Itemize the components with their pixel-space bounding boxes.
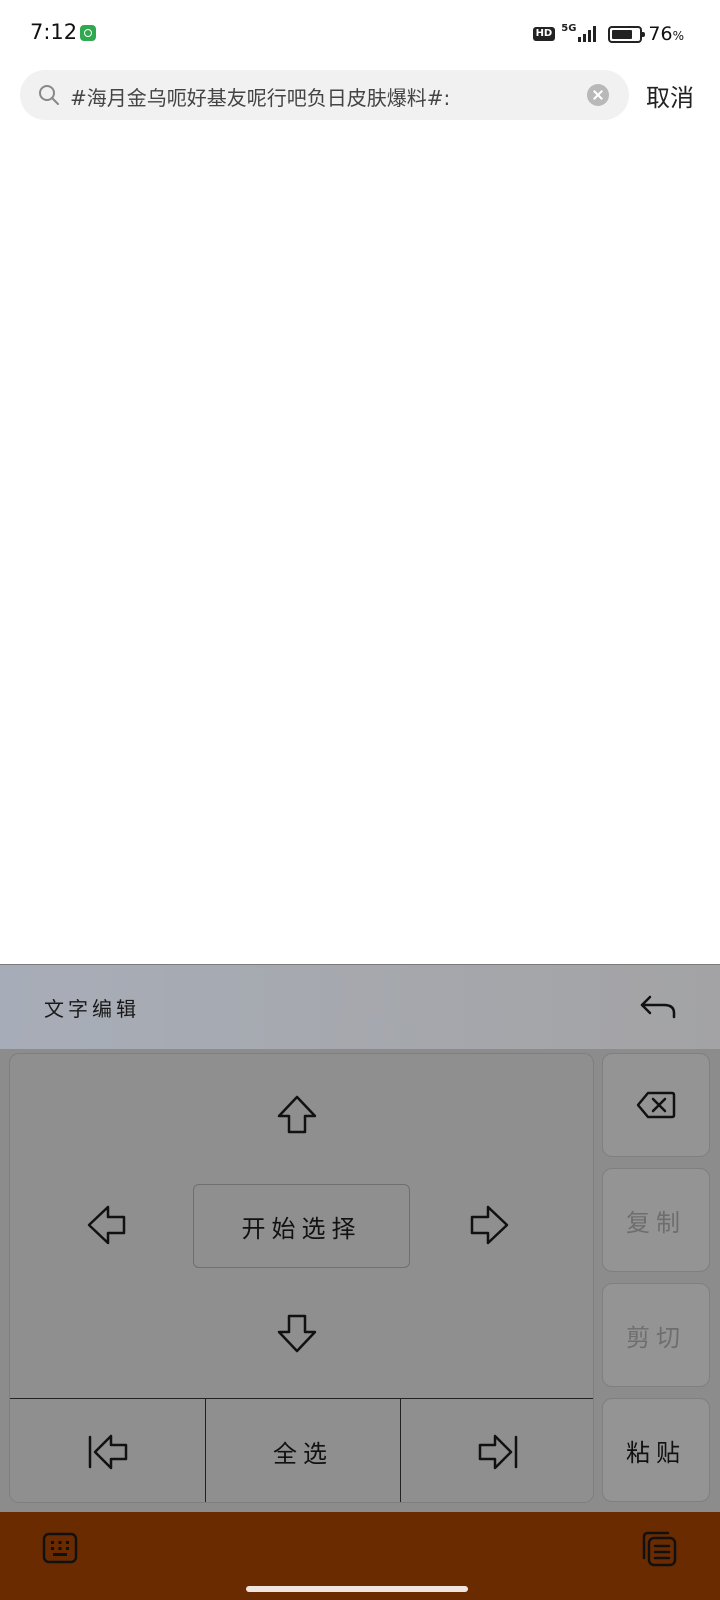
start-select-button[interactable]: 开始选择 bbox=[193, 1184, 410, 1268]
arrow-up-icon[interactable] bbox=[274, 1092, 320, 1138]
backspace-icon bbox=[636, 1091, 676, 1119]
arrow-down-icon[interactable] bbox=[274, 1310, 320, 1356]
signal-icon bbox=[578, 26, 597, 42]
copy-button[interactable]: 复制 bbox=[602, 1168, 710, 1272]
clipboard-icon[interactable] bbox=[640, 1530, 678, 1568]
select-all-button[interactable]: 全选 bbox=[206, 1399, 400, 1502]
keyboard-title: 文字编辑 bbox=[44, 997, 140, 1021]
battery-icon bbox=[608, 25, 646, 43]
search-icon bbox=[39, 85, 59, 105]
text-edit-keyboard: 文字编辑 开始选择 全选 复制 剪切 粘贴 bbox=[0, 964, 720, 1512]
line-start-button[interactable] bbox=[10, 1399, 205, 1502]
line-end-button[interactable] bbox=[401, 1399, 593, 1502]
bottom-bar bbox=[0, 1512, 720, 1600]
home-indicator[interactable] bbox=[246, 1586, 468, 1592]
app-notification-icon bbox=[80, 25, 96, 41]
cut-button[interactable]: 剪切 bbox=[602, 1283, 710, 1387]
status-time: 7:12 bbox=[30, 20, 78, 44]
hd-badge: HD bbox=[532, 27, 556, 41]
network-type-label: 5G bbox=[561, 22, 577, 34]
status-indicators: HD 5G 76% bbox=[532, 22, 684, 46]
line-start-icon bbox=[88, 1434, 127, 1469]
keyboard-icon[interactable] bbox=[42, 1532, 78, 1564]
backspace-button[interactable] bbox=[602, 1053, 710, 1157]
arrow-left-icon[interactable] bbox=[84, 1202, 130, 1248]
keyboard-header: 文字编辑 bbox=[0, 965, 720, 1049]
cursor-pad: 开始选择 全选 bbox=[9, 1053, 594, 1503]
clear-icon[interactable] bbox=[587, 84, 609, 106]
undo-icon[interactable] bbox=[636, 987, 680, 1027]
line-end-icon bbox=[478, 1434, 518, 1469]
search-box[interactable]: #海月金乌呃好基友呢行吧负日皮肤爆料#: bbox=[20, 70, 629, 120]
battery-fill bbox=[612, 29, 633, 39]
status-bar: 7:12 HD 5G 76% bbox=[0, 0, 720, 66]
paste-button[interactable]: 粘贴 bbox=[602, 1398, 710, 1502]
cancel-button[interactable]: 取消 bbox=[646, 78, 694, 113]
arrow-right-icon[interactable] bbox=[466, 1202, 512, 1248]
search-input[interactable]: #海月金乌呃好基友呢行吧负日皮肤爆料#: bbox=[70, 82, 590, 111]
battery-percent: 76% bbox=[648, 23, 684, 45]
